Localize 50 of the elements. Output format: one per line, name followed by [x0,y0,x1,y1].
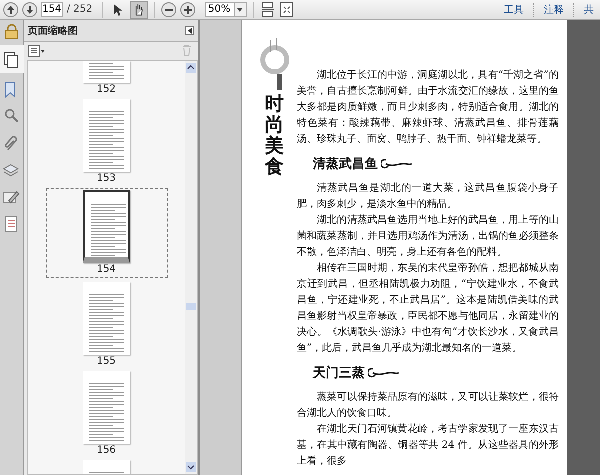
paragraph: 清蒸武昌鱼是湖北的一道大菜，这武昌鱼腹袋小身子肥，肉多刺少，是淡水鱼中的精品。 [297,182,559,212]
page-thumbnail[interactable] [83,190,130,263]
page-number-label: 155 [96,356,116,367]
paragraph: 湖北位于长江的中游，洞庭湖以北，具有“千湖之省”的美誉，自古擅长烹制河鲜。由于水流交汇的缘故，这里的鱼大多都是肉质鲜嫩，而且少刺多肉，特别适合食用。湖北的特色菜有：酸辣藕带、麻辣虾球、清蒸武昌鱼、排骨莲藕汤、珍珠丸子、面窝、鸭脖子、热干面、钟祥蟠龙菜等。 [297,68,559,147]
options-button[interactable] [28,45,46,57]
pen-icon [3,188,20,206]
search-icon [3,108,20,124]
page-thumbnail[interactable] [83,99,130,172]
page-scroll-icon[interactable] [260,2,276,18]
collapse-button[interactable] [185,26,194,35]
scrollbar[interactable] [185,61,197,474]
layers-icon [3,162,20,178]
panel-title: 页面缩略图 [28,24,78,38]
page-number-label: 154 [96,264,116,275]
page-number-label: 156 [96,445,116,456]
arrow-down-icon[interactable] [22,2,38,18]
page-count: / 252 [67,4,93,15]
scroll-down-icon[interactable] [186,462,196,472]
page-number-label: 153 [96,173,116,184]
paragraph: 湖北的清蒸武昌鱼选用当地上好的武昌鱼，用上等的山菌和蔬菜蒸制，并且选用鸡汤作为清汤，出锅的鱼必须整条不散，色泽洁白、明亮，身上还有各色的配料。 [297,214,559,260]
section-heading: 清蒸武昌鱼 [313,156,378,173]
menu-button[interactable]: 共 [578,2,600,16]
menu-button[interactable]: 工具 [498,2,530,16]
scroll-thumb[interactable] [186,303,196,310]
hand-tool-button[interactable] [130,0,148,18]
fit-page-icon[interactable] [278,2,295,18]
page-thumbnail[interactable] [83,61,130,83]
menu-button[interactable]: 注释 [538,2,570,16]
scroll-up-icon[interactable] [186,63,196,73]
paragraph: 相传在三国时期，东吴的末代皇帝孙皓，想把都城从南京迁到武昌，但丞相陆凯极力劝阻，“宁饮建业水，不食武昌鱼，宁还建业死，不止武昌居”。这本是陆凯借美味的武昌鱼影射当权皇帝暴政，臣民都不愿与他同居，永留建业的决心。《水调歌头·游泳》中也有句“才饮长沙水，又食武昌鱼”，此后，武昌鱼几乎成为湖北最知名的一道菜。 [297,262,559,356]
document-icon [3,216,20,232]
zoom-in-icon[interactable] [180,2,196,18]
zoom-out-icon[interactable] [160,2,177,18]
caret-icon [237,8,244,12]
paragraph: 蒸菜可以保持菜品原有的滋味，又可以让菜软烂，很符合湖北人的饮食口味。 [297,390,559,421]
vertical-title: 时尚美食 [265,94,284,178]
section-heading: 天门三蒸 [313,364,365,382]
pages-icon [3,50,20,68]
ornament-drawing [258,38,292,90]
page-number-field[interactable]: 154 [41,2,63,17]
paragraph: 在湖北天门石河镇黄花岭，考古学家发现了一座东汉古墓，在其中藏有陶器、铜器等共 24 件。从这些器具的外形上看，很多 [297,422,559,469]
page-thumbnail[interactable] [83,371,130,444]
zoom-field[interactable]: 50% [204,2,235,17]
zoom-dropdown-button[interactable] [234,2,247,17]
page-thumbnail[interactable] [83,282,130,355]
page-number-label: 152 [96,84,116,95]
lock-icon [4,24,20,40]
paperclip-icon [3,134,20,152]
arrow-up-icon[interactable] [3,2,19,18]
pages-panel-button[interactable] [0,45,24,73]
